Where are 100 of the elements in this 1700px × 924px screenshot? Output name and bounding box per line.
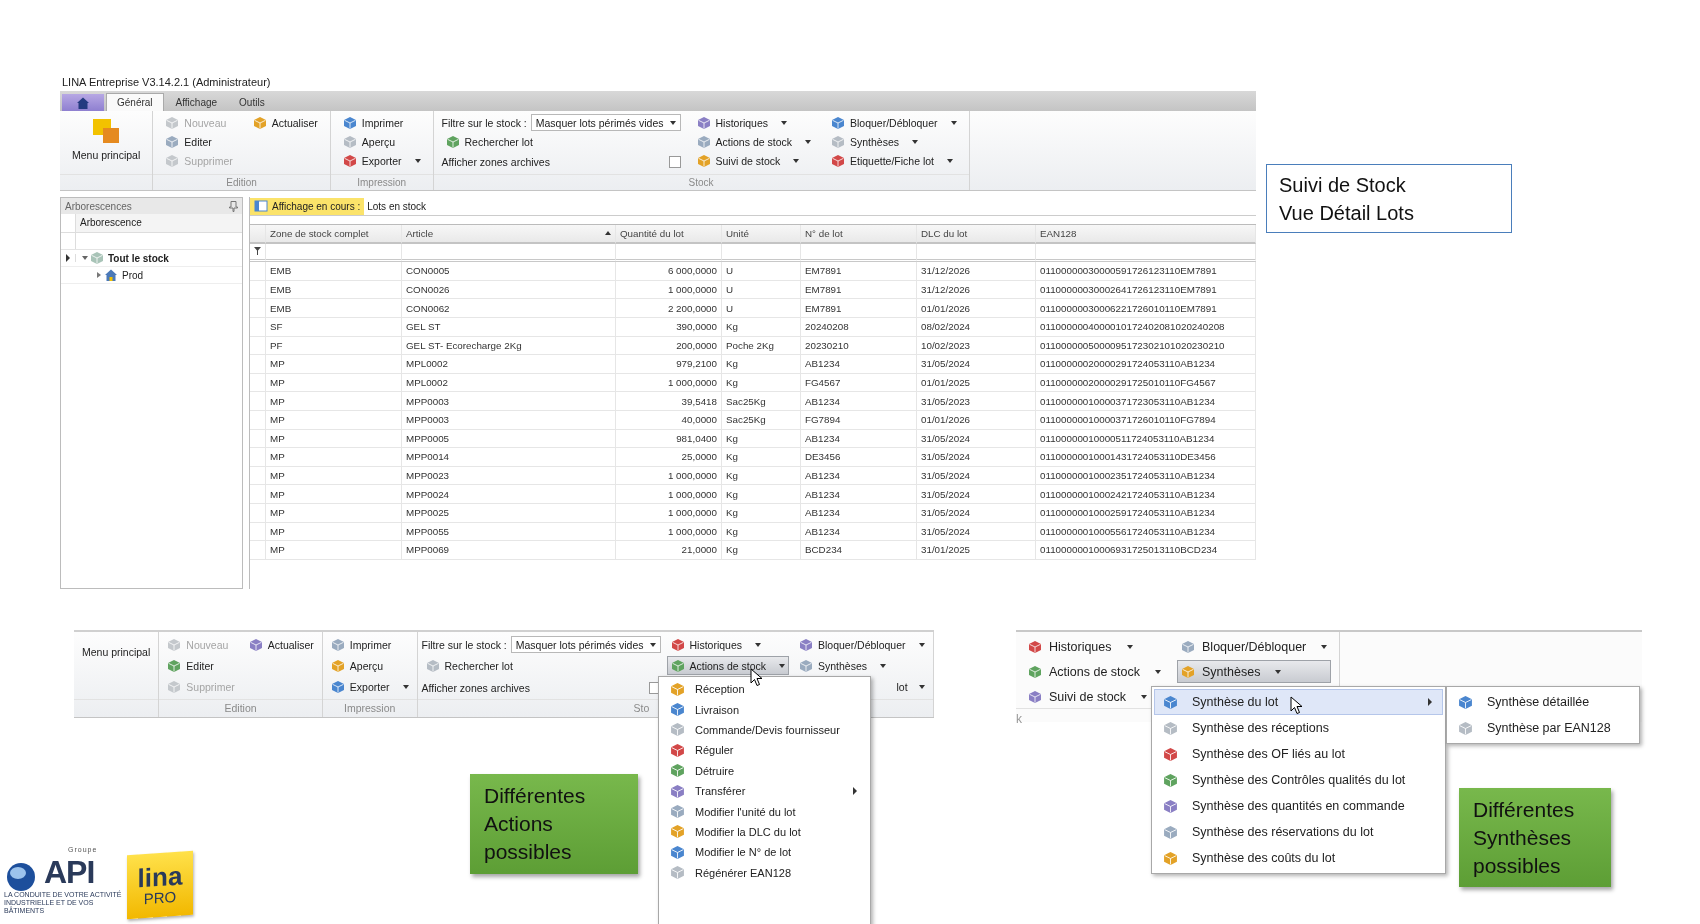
menu-item[interactable]: Synthèse des Contrôles qualités du lot: [1154, 767, 1443, 793]
ribbon-button[interactable]: Bloquer/Débloquer: [1177, 635, 1332, 658]
ribbon-button[interactable]: Historiques: [666, 635, 789, 654]
ribbon-button[interactable]: Editer: [163, 656, 239, 675]
tree-item[interactable]: Prod: [118, 269, 144, 281]
menu-item[interactable]: Régénérer EAN128: [661, 862, 868, 883]
table-cell: MP: [266, 466, 402, 486]
menu-item[interactable]: Synthèse des coûts du lot: [1154, 845, 1443, 871]
table-cell: 31/05/2024: [917, 355, 1036, 374]
menu-item[interactable]: Réguler: [661, 740, 868, 761]
menu-item[interactable]: Modifier la DLC du lot: [661, 821, 868, 843]
cursor-icon: [1290, 696, 1303, 715]
cube-icon: [1163, 824, 1178, 840]
ribbon-button[interactable]: Aperçu: [338, 133, 425, 150]
cube-icon: [670, 783, 685, 799]
filter-cell[interactable]: [266, 243, 402, 263]
table-cell: 31/05/2024: [917, 466, 1036, 486]
menu-button[interactable]: Menu principal: [68, 114, 145, 162]
tree-item[interactable]: Tout le stock: [104, 252, 169, 264]
column-header[interactable]: DLC du lot: [917, 225, 1036, 244]
table-cell: 31/12/2026: [917, 280, 1036, 300]
column-header[interactable]: Unité: [722, 225, 801, 244]
ribbon-button[interactable]: Exporter: [338, 152, 425, 169]
row-header: [250, 448, 266, 467]
table-cell: PF: [266, 336, 402, 356]
ribbon-button[interactable]: Actions de stock: [666, 656, 789, 675]
column-header[interactable]: Zone de stock complet: [266, 225, 402, 244]
menu-item[interactable]: Synthèse des réservations du lot: [1154, 819, 1443, 845]
menu-item[interactable]: Livraison: [661, 699, 868, 720]
row-header: [250, 541, 266, 560]
ribbon-button[interactable]: Editer: [161, 133, 237, 150]
ribbon-button[interactable]: Bloquer/Débloquer: [795, 635, 929, 654]
ribbon-button[interactable]: Synthèses: [1177, 660, 1332, 683]
filter-cell[interactable]: [801, 243, 917, 263]
ribbon-button[interactable]: Rechercher lot: [441, 133, 681, 150]
menu-item[interactable]: Synthèse du lot: [1154, 689, 1443, 715]
column-header[interactable]: Article: [402, 225, 616, 244]
filter-cell[interactable]: [1036, 243, 1256, 263]
cube-icon: [167, 679, 182, 694]
ribbon-button[interactable]: Suivi de stock: [692, 152, 815, 169]
filter-cell[interactable]: [722, 243, 801, 263]
menu-item[interactable]: Modifier l'unité du lot: [661, 801, 868, 822]
cube-icon: [1181, 639, 1195, 654]
ribbon-button[interactable]: Actions de stock: [1024, 660, 1165, 683]
tab[interactable]: Général: [106, 93, 164, 111]
menu-item[interactable]: Synthèse des OF liés au lot: [1154, 741, 1443, 767]
filter-label: Filtre sur le stock :: [441, 116, 527, 129]
table-cell: AB1234: [801, 485, 917, 504]
table-cell: Sac25Kg: [722, 392, 801, 411]
ribbon-button[interactable]: Aperçu: [326, 656, 413, 675]
ribbon-button[interactable]: Exporter: [326, 677, 413, 696]
menu-item[interactable]: Synthèse des quantités en commande: [1154, 793, 1443, 819]
cube-icon: [1028, 664, 1042, 679]
cube-icon: [670, 658, 685, 673]
home-icon: [76, 95, 90, 110]
ribbon-button[interactable]: Synthèses: [795, 656, 929, 675]
home-tab[interactable]: [62, 94, 104, 111]
table-cell: MP: [266, 355, 402, 374]
table-cell: DE3456: [801, 448, 917, 467]
menu-item[interactable]: Transférer: [661, 780, 868, 802]
callout-box: Différentes Actions possibles: [470, 774, 638, 874]
menu-item[interactable]: Synthèse détaillée: [1449, 689, 1637, 715]
ribbon-button[interactable]: Synthèses: [827, 133, 961, 150]
ribbon-button[interactable]: Imprimer: [326, 635, 413, 654]
table-cell: Kg: [722, 429, 801, 449]
column-header[interactable]: Quantité du lot: [616, 225, 722, 244]
menu-item[interactable]: Détruire: [661, 760, 868, 781]
filter-dropdown[interactable]: Masquer lots périmés vides: [510, 636, 661, 653]
ribbon-button[interactable]: Rechercher lot: [421, 656, 661, 675]
filter-dropdown[interactable]: Masquer lots périmés vides: [530, 114, 681, 131]
table-cell: EMB: [266, 262, 402, 281]
table-cell: 981,0400: [616, 429, 722, 449]
column-header[interactable]: Arborescence: [76, 214, 242, 232]
table-cell: AB1234: [801, 355, 917, 374]
column-header[interactable]: N° de lot: [801, 225, 917, 244]
menu-item[interactable]: Modifier le N° de lot: [661, 842, 868, 863]
menu-item[interactable]: Commande/Devis fournisseur: [661, 719, 868, 741]
table-cell: AB1234: [801, 429, 917, 449]
ribbon-button[interactable]: Actualiser: [244, 635, 318, 654]
checkbox[interactable]: [668, 155, 681, 168]
filter-icon: [254, 247, 261, 256]
filter-cell[interactable]: [616, 243, 722, 263]
ribbon-button[interactable]: Bloquer/Débloquer: [827, 114, 961, 131]
ribbon-button[interactable]: Etiquette/Fiche lot: [827, 152, 961, 169]
ribbon-button[interactable]: Imprimer: [338, 114, 425, 131]
cube-icon: [330, 679, 345, 694]
table-cell: Kg: [722, 541, 801, 560]
tab[interactable]: Outils: [229, 94, 275, 111]
checkbox-label: Afficher zones archives: [441, 155, 550, 168]
menu-item[interactable]: Synthèse par EAN128: [1449, 715, 1637, 741]
ribbon-button[interactable]: Actualiser: [248, 114, 322, 131]
column-header[interactable]: EAN128: [1036, 225, 1256, 244]
filter-cell[interactable]: [917, 243, 1036, 263]
ribbon-button[interactable]: Historiques: [1024, 635, 1165, 658]
table-cell: MP: [266, 522, 402, 542]
ribbon-button[interactable]: Historiques: [692, 114, 815, 131]
ribbon-button[interactable]: Actions de stock: [692, 133, 815, 150]
tab[interactable]: Affichage: [165, 94, 228, 111]
filter-cell[interactable]: [402, 243, 616, 263]
pin-icon[interactable]: [229, 200, 238, 212]
